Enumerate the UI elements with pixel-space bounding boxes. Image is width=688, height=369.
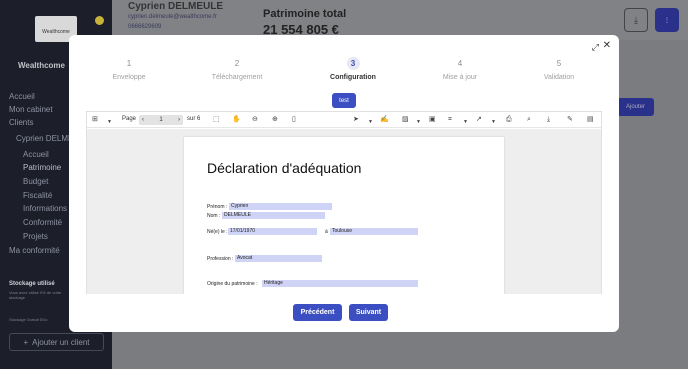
chevron-down-icon[interactable]: ▼: [107, 117, 112, 127]
patrimoine-label: Patrimoine total: [263, 8, 347, 20]
nom-field[interactable]: DELMEULE: [222, 212, 325, 219]
more-icon: ⋮: [664, 17, 670, 24]
selection-icon[interactable]: ⬚: [213, 115, 220, 125]
page-number-input[interactable]: ‹ 1 ›: [139, 115, 183, 125]
nav-sub-accueil[interactable]: Accueil: [23, 150, 49, 159]
add-client-label: Ajouter un client: [32, 337, 90, 347]
step-number: 3: [346, 57, 360, 70]
chevron-down-icon[interactable]: ▼: [463, 117, 468, 127]
step-label: Validation: [543, 74, 575, 81]
profession-label: Profession :: [207, 256, 234, 262]
storage-title: Stockage utilisé: [9, 281, 55, 287]
nav-sub-fiscalite[interactable]: Fiscalité: [23, 191, 52, 200]
storage-subtitle: Vous avez utilisé 0% de votre stockage: [9, 290, 62, 300]
nav-sub-budget[interactable]: Budget: [23, 177, 48, 186]
page-label: Page: [122, 116, 137, 122]
step-telechargement[interactable]: 2 Téléchargement: [187, 53, 287, 81]
pan-hand-icon[interactable]: ✋: [232, 115, 241, 125]
nav-clients[interactable]: Clients: [9, 118, 33, 127]
crop-icon[interactable]: ⌗: [448, 115, 452, 125]
lieu-label: à: [325, 229, 328, 235]
expand-icon[interactable]: ⤢: [592, 42, 599, 53]
client-name: Cyprien DELMEULE: [128, 1, 224, 12]
client-email: cyprien.delmeule@wealthcome.fr: [128, 14, 217, 20]
nav-sub-conformite[interactable]: Conformité: [23, 218, 62, 227]
origine-label: Origine du patrimoine :: [207, 281, 258, 287]
download-button[interactable]: ⤓: [624, 8, 648, 32]
notification-dot: [95, 16, 104, 25]
more-button[interactable]: ⋮: [655, 8, 679, 32]
naissance-label: Né(e) le :: [207, 229, 228, 235]
plus-icon: +: [23, 337, 29, 347]
signature-icon[interactable]: ✍: [380, 115, 389, 125]
pdf-toolbar: ⊞ ▼ Page ‹ 1 › sur 6 ⬚ ✋ ⊖ ⊕ ▯ ➤ ▼ ✍ ▨ ▼…: [87, 112, 601, 128]
naissance-field[interactable]: 17/01/1970: [228, 228, 317, 235]
line-tool-icon[interactable]: ↗: [476, 115, 482, 125]
ajouter-button[interactable]: Ajouter: [617, 98, 654, 116]
page-count-label: sur 6: [187, 116, 201, 122]
prev-page-icon[interactable]: ‹: [142, 117, 144, 123]
step-label: Mise à jour: [442, 74, 478, 81]
chevron-down-icon[interactable]: ▼: [368, 117, 373, 127]
next-page-icon[interactable]: ›: [178, 117, 180, 123]
close-icon[interactable]: ✕: [603, 40, 611, 51]
step-configuration[interactable]: 3 Configuration: [303, 53, 403, 81]
download-icon: ⤓: [634, 14, 638, 25]
brand-label: Wealthcome: [18, 61, 65, 70]
document-icon[interactable]: ▤: [587, 115, 594, 125]
fit-page-icon[interactable]: ▯: [292, 115, 296, 125]
storage-footer: Stockage Gratuit 5Go: [9, 317, 48, 322]
step-label: Téléchargement: [211, 74, 263, 81]
nav-sub-informations[interactable]: Informations: [23, 204, 67, 213]
nav-accueil[interactable]: Accueil: [9, 92, 35, 101]
pdf-viewer: ⊞ ▼ Page ‹ 1 › sur 6 ⬚ ✋ ⊖ ⊕ ▯ ➤ ▼ ✍ ▨ ▼…: [86, 111, 602, 294]
document-title: Déclaration d'adéquation: [207, 160, 362, 176]
nav-ma-conformite[interactable]: Ma conformité: [9, 246, 60, 255]
step-number: 2: [234, 59, 240, 68]
nav-sub-projets[interactable]: Projets: [23, 232, 48, 241]
stepper: 1 Enveloppe 2 Téléchargement 3 Configura…: [69, 53, 619, 83]
print-icon[interactable]: ⎙: [506, 115, 512, 125]
nom-label: Nom :: [207, 213, 221, 219]
add-client-button[interactable]: + Ajouter un client: [9, 333, 104, 351]
step-mise-a-jour[interactable]: 4 Mise à jour: [410, 53, 510, 81]
chevron-down-icon[interactable]: ▼: [491, 117, 496, 127]
nav-mon-cabinet[interactable]: Mon cabinet: [9, 105, 53, 114]
edit-pen-icon[interactable]: ✎: [567, 115, 573, 125]
image-icon[interactable]: ▨: [402, 115, 409, 125]
client-phone: 0666629609: [128, 24, 162, 30]
form-field-icon[interactable]: ▣: [429, 115, 436, 125]
step-number: 5: [556, 59, 562, 68]
step-number: 1: [126, 59, 132, 68]
page-number-value: 1: [159, 117, 163, 123]
step-number: 4: [457, 59, 463, 68]
configuration-modal: ⤢ ✕ 1 Enveloppe 2 Téléchargement 3 Confi…: [69, 35, 619, 332]
prenom-field[interactable]: Cyprien: [229, 203, 332, 210]
pdf-scroll-area[interactable]: Déclaration d'adéquation Prénom : Cyprie…: [87, 129, 601, 294]
step-label: Enveloppe: [112, 74, 146, 81]
lieu-field[interactable]: Toulouse: [330, 228, 418, 235]
download-icon[interactable]: ⤓: [547, 115, 550, 125]
test-tag-button[interactable]: test: [332, 93, 356, 108]
profession-field[interactable]: Avocat: [235, 255, 322, 262]
nav-sub-patrimoine[interactable]: Patrimoine: [23, 163, 61, 172]
origine-field[interactable]: Héritage: [262, 280, 418, 287]
annotate-icon[interactable]: ➤: [353, 115, 359, 125]
next-button[interactable]: Suivant: [349, 304, 388, 321]
step-label: Configuration: [330, 74, 376, 81]
search-icon[interactable]: ⌕: [527, 115, 531, 125]
step-enveloppe[interactable]: 1 Enveloppe: [79, 53, 179, 81]
grid-icon[interactable]: ⊞: [92, 115, 98, 125]
prenom-label: Prénom :: [207, 204, 228, 210]
chevron-down-icon[interactable]: ▼: [416, 117, 421, 127]
step-validation[interactable]: 5 Validation: [509, 53, 609, 81]
zoom-in-icon[interactable]: ⊕: [272, 115, 278, 125]
zoom-out-icon[interactable]: ⊖: [252, 115, 258, 125]
pdf-page: Déclaration d'adéquation Prénom : Cyprie…: [184, 137, 504, 294]
previous-button[interactable]: Précédent: [293, 304, 342, 321]
